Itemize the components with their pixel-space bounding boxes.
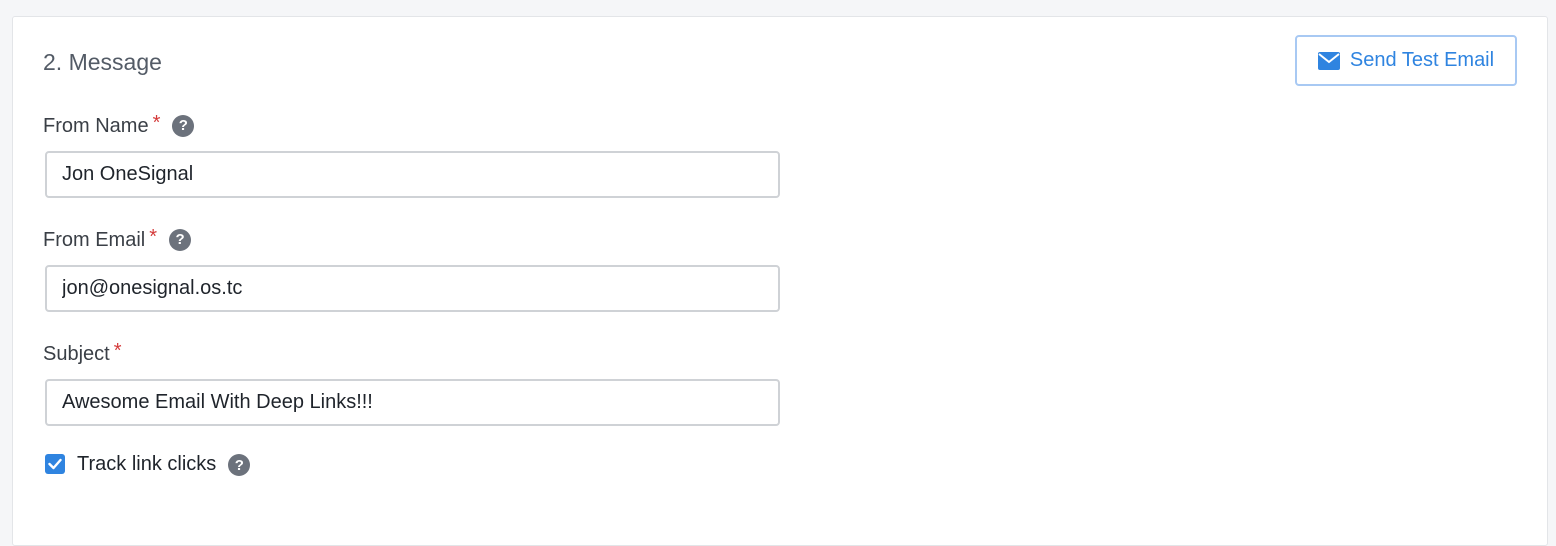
required-asterisk: * — [113, 340, 122, 362]
from-name-label: From Name — [43, 115, 149, 137]
from-email-label: From Email — [43, 229, 146, 251]
from-name-label-row: From Name * ? — [43, 112, 195, 139]
subject-label-row: Subject * — [43, 341, 122, 367]
mail-icon — [1317, 51, 1340, 70]
from-email-label-row: From Email * ? — [43, 226, 192, 253]
send-test-email-button[interactable]: Send Test Email — [1295, 35, 1517, 86]
from-email-input[interactable] — [45, 265, 780, 312]
help-icon[interactable]: ? — [172, 115, 195, 137]
track-link-clicks-label: Track link clicks — [77, 453, 217, 475]
help-icon[interactable]: ? — [169, 229, 192, 251]
track-link-clicks-row: Track link clicks ? — [45, 451, 251, 477]
subject-label: Subject — [43, 343, 110, 365]
send-test-email-label: Send Test Email — [1349, 49, 1495, 71]
from-name-input[interactable] — [45, 151, 780, 198]
section-title: 2. Message — [43, 49, 162, 75]
required-asterisk: * — [149, 226, 158, 248]
help-icon[interactable]: ? — [228, 454, 251, 476]
required-asterisk: * — [152, 112, 161, 134]
message-section-card: 2. Message Send Test Email From Name * ?… — [12, 16, 1548, 546]
subject-input[interactable] — [45, 379, 780, 426]
checkmark-icon — [48, 458, 62, 470]
track-link-clicks-checkbox[interactable] — [45, 454, 65, 474]
